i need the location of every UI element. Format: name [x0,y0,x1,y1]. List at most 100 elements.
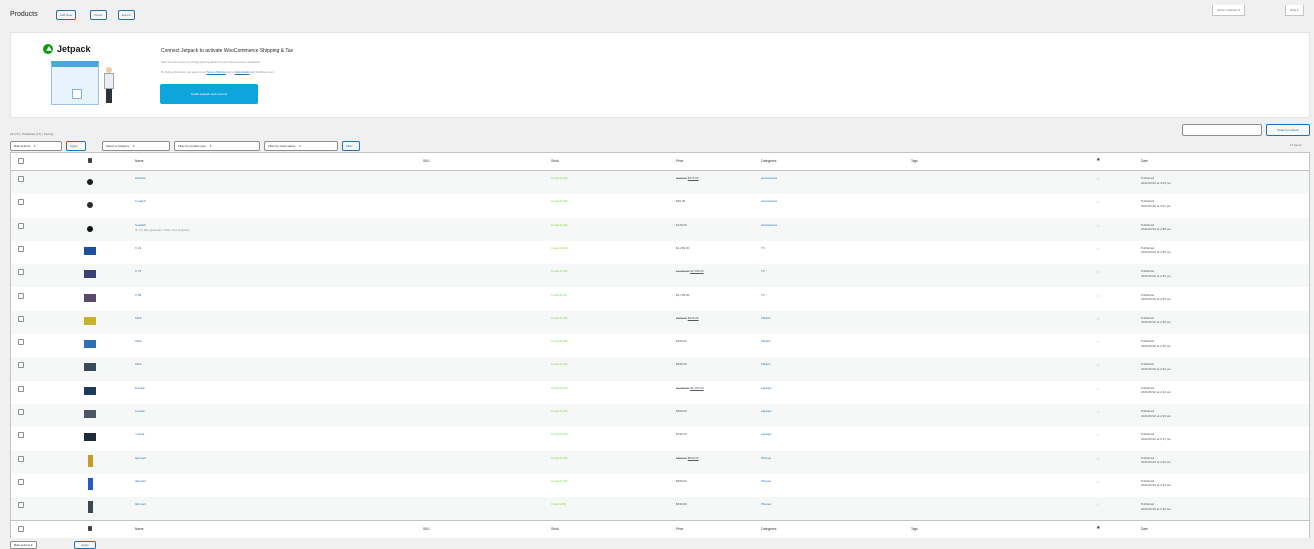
column-date-footer[interactable]: Date [1141,527,1148,531]
product-thumbnail[interactable] [84,246,96,255]
apply-button[interactable]: Apply [66,141,86,151]
product-category-link[interactable]: Phones [761,456,771,460]
row-checkbox[interactable] [18,409,24,415]
featured-star-icon[interactable]: ★ [1096,158,1100,163]
column-name[interactable]: Name [135,159,144,163]
product-category-link[interactable]: Phones [761,502,771,506]
featured-toggle-icon[interactable]: ☆ [1096,316,1100,321]
featured-star-icon[interactable]: ★ [1096,526,1100,531]
column-date[interactable]: Date [1141,159,1148,163]
product-thumbnail[interactable] [87,225,93,232]
help-tab[interactable]: Help ▾ [1285,5,1304,16]
product-thumbnail[interactable] [88,477,93,490]
filter-button[interactable]: Filter [342,141,360,151]
select-all-checkbox[interactable] [18,158,24,164]
row-checkbox[interactable] [18,199,24,206]
row-checkbox[interactable] [18,455,24,462]
product-category-link[interactable]: Laptops [761,386,772,390]
featured-toggle-icon[interactable]: ☆ [1096,409,1100,414]
row-checkbox[interactable] [18,245,24,252]
product-category-link[interactable]: TV [761,246,765,250]
product-thumbnail[interactable] [84,433,96,442]
search-products-button[interactable]: Search products [1266,124,1310,136]
row-checkbox[interactable] [18,292,24,299]
row-checkbox[interactable] [18,269,24,276]
row-checkbox[interactable] [18,478,24,485]
featured-toggle-icon[interactable]: ☆ [1096,176,1100,181]
product-category-link[interactable]: Laptops [761,432,772,436]
row-checkbox[interactable] [18,315,24,322]
product-name-link[interactable]: Tab3 [135,316,142,320]
product-name-link[interactable]: T-watch [135,199,146,203]
product-name-link[interactable]: AirPods [135,176,146,180]
featured-toggle-icon[interactable]: ☆ [1096,502,1100,507]
column-name-footer[interactable]: Name [135,527,144,531]
select-all-checkbox-footer[interactable] [18,526,24,532]
product-name-link[interactable]: Iphone3 [135,456,146,460]
product-thumbnail[interactable] [84,316,96,325]
install-jetpack-button[interactable]: Install Jetpack and connect [160,84,258,104]
product-thumbnail[interactable] [84,293,96,302]
product-name-link[interactable]: X 24 [135,246,141,250]
product-thumbnail[interactable] [88,501,93,514]
product-name-link[interactable]: C-book [135,409,145,413]
featured-toggle-icon[interactable]: ☆ [1096,199,1100,204]
product-name-link[interactable]: S-watch [135,223,146,227]
row-checkbox[interactable] [18,385,24,392]
bulk-actions-select-bottom[interactable]: Bulk actions ▾ [10,541,37,549]
product-thumbnail[interactable] [87,202,93,209]
product-name-link[interactable]: Tab2 [135,339,142,343]
featured-toggle-icon[interactable]: ☆ [1096,269,1100,274]
product-name-link[interactable]: Iphone1 [135,502,146,506]
add-new-button[interactable]: Add New [56,10,77,20]
product-thumbnail[interactable] [84,386,96,395]
product-thumbnail[interactable] [84,270,96,279]
stock-status-select[interactable]: Filter by stock status ▾ [264,141,338,151]
featured-toggle-icon[interactable]: ☆ [1096,223,1100,228]
product-category-link[interactable]: Accessories [761,223,777,227]
featured-toggle-icon[interactable]: ☆ [1096,246,1100,251]
featured-toggle-icon[interactable]: ☆ [1096,386,1100,391]
column-sku[interactable]: SKU [423,159,430,163]
product-name-link[interactable]: Tab1 [135,362,142,366]
column-price-footer[interactable]: Price [676,527,683,531]
product-thumbnail[interactable] [84,410,96,418]
product-category-link[interactable]: TV [761,269,765,273]
product-thumbnail[interactable] [84,363,96,372]
column-price[interactable]: Price [676,159,683,163]
product-type-select[interactable]: Filter by product type ▾ [174,141,260,151]
product-thumbnail[interactable] [88,454,93,467]
product-thumbnail[interactable] [87,179,93,185]
terms-of-service-link[interactable]: Terms of Service [207,71,226,74]
row-checkbox[interactable] [18,222,24,229]
share-details-link[interactable]: share details [235,71,250,74]
product-category-link[interactable]: Tablets [761,362,771,366]
featured-toggle-icon[interactable]: ☆ [1096,339,1100,344]
product-name-link[interactable]: Iphone2 [135,479,146,483]
export-button[interactable]: Export [118,10,135,20]
import-button[interactable]: Import [90,10,107,20]
product-name-link[interactable]: X 55 [135,293,141,297]
product-category-link[interactable]: Phones [761,479,771,483]
product-category-link[interactable]: Tablets [761,316,771,320]
product-category-link[interactable]: Tablets [761,339,771,343]
row-checkbox[interactable] [18,176,24,182]
product-category-link[interactable]: Laptops [761,409,772,413]
category-select[interactable]: Select a category ▾ [102,141,170,151]
row-checkbox[interactable] [18,432,24,439]
product-category-link[interactable]: Accessories [761,176,777,180]
featured-toggle-icon[interactable]: ☆ [1096,456,1100,461]
featured-toggle-icon[interactable]: ☆ [1096,362,1100,367]
column-sku-footer[interactable]: SKU [423,527,430,531]
search-input[interactable] [1182,124,1262,136]
product-name-link[interactable]: D-book [135,386,145,390]
product-category-link[interactable]: Accessories [761,199,777,203]
status-filter-links[interactable]: All (17) | Published (17) | Sorting [10,132,53,136]
product-name-link[interactable]: X 75 [135,269,141,273]
apply-button-bottom[interactable]: Apply [74,541,96,549]
product-thumbnail[interactable] [84,340,96,349]
bulk-actions-select[interactable]: Bulk actions ▾ [10,141,62,151]
row-checkbox[interactable] [18,362,24,369]
featured-toggle-icon[interactable]: ☆ [1096,432,1100,437]
featured-toggle-icon[interactable]: ☆ [1096,293,1100,298]
